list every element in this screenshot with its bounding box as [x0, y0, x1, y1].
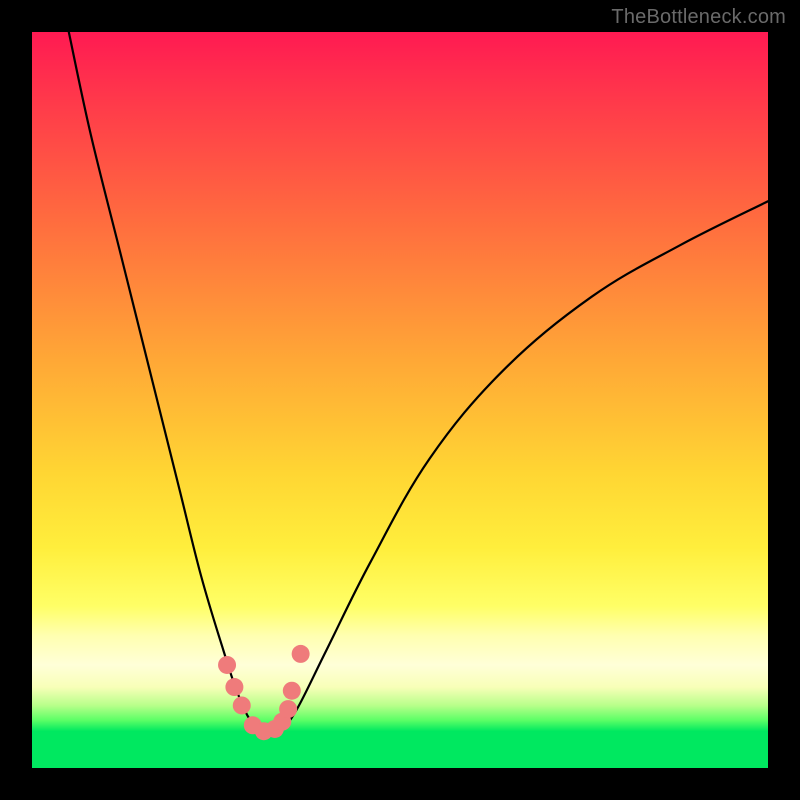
chart-frame: TheBottleneck.com [0, 0, 800, 800]
highlight-marker [233, 696, 251, 714]
highlight-marker [218, 656, 236, 674]
curve-layer [32, 32, 768, 768]
highlight-marker [279, 700, 297, 718]
highlight-marker [292, 645, 310, 663]
highlight-marker [283, 682, 301, 700]
watermark-text: TheBottleneck.com [611, 6, 786, 29]
bottleneck-curve-path [69, 32, 768, 731]
marker-group [218, 645, 310, 740]
plot-area [32, 32, 768, 768]
bottleneck-curve [69, 32, 768, 731]
highlight-marker [225, 678, 243, 696]
